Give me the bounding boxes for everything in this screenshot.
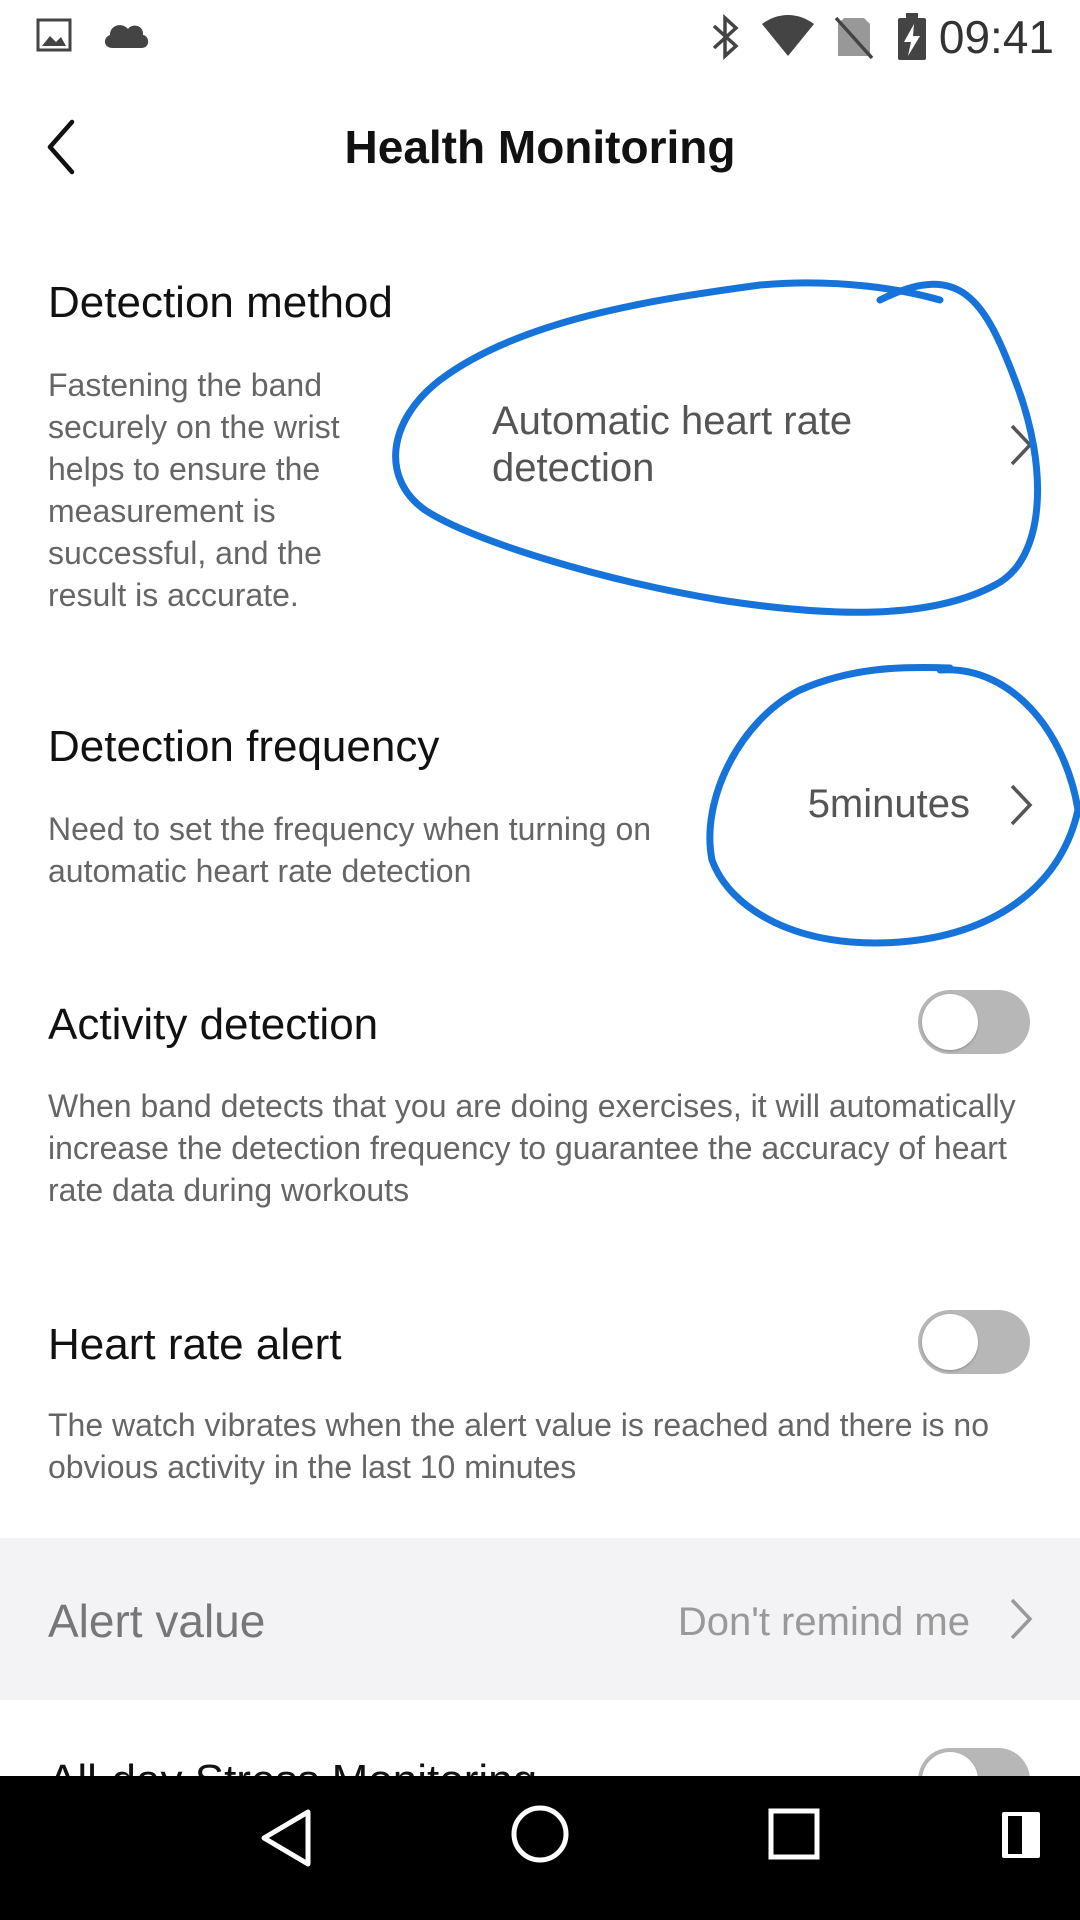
- back-triangle-icon[interactable]: [256, 1806, 316, 1870]
- home-circle-icon[interactable]: [510, 1804, 570, 1864]
- recents-square-icon[interactable]: [768, 1808, 820, 1860]
- annotation-overlay: [392, 279, 1080, 947]
- overview-icon[interactable]: [1000, 1810, 1042, 1860]
- navigation-bar: [0, 1776, 1080, 1920]
